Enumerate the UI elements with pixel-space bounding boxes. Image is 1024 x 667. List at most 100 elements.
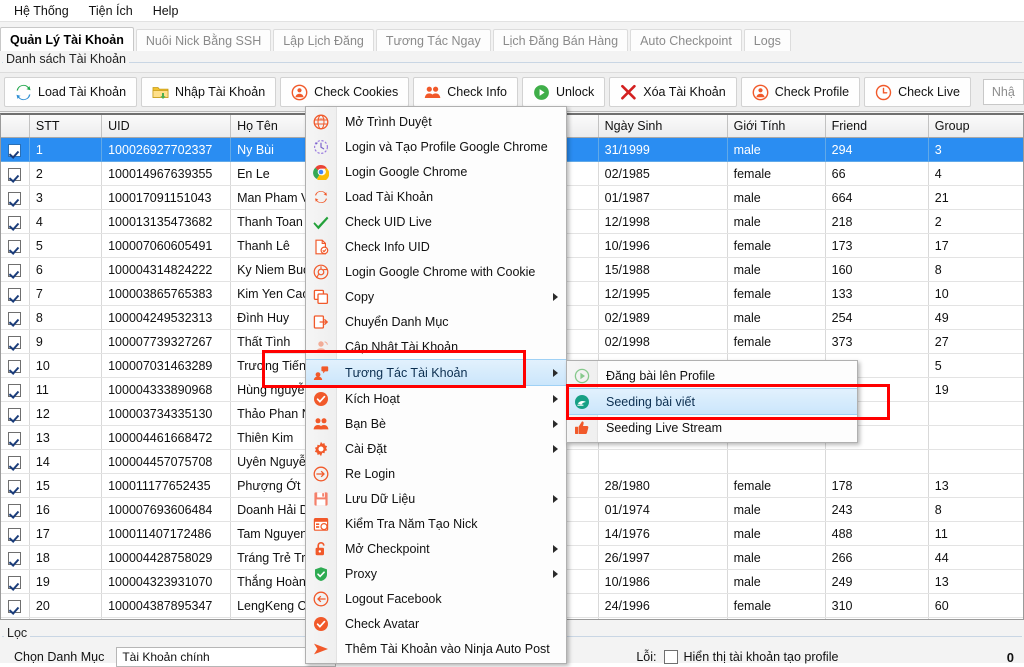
column-header-gioi-tinh[interactable]: Giới Tính xyxy=(727,115,826,138)
row-checkbox[interactable] xyxy=(8,383,22,397)
cell-friend[interactable]: 178 xyxy=(825,473,929,498)
context-menu-item-chuy-n-danh-m-c[interactable]: Chuyển Danh Mục xyxy=(306,309,566,334)
cell-stt[interactable]: 2 xyxy=(29,161,103,186)
cell-group[interactable]: 27 xyxy=(928,329,1023,354)
cell-friend[interactable]: 160 xyxy=(825,257,929,282)
cell-uid[interactable]: 100003734335130 xyxy=(101,401,232,426)
cell-friend[interactable]: 133 xyxy=(825,281,929,306)
row-checkbox-cell[interactable] xyxy=(1,569,30,594)
column-header-stt[interactable]: STT xyxy=(29,115,103,138)
cell-ngay[interactable]: 10/1986 xyxy=(598,569,728,594)
row-checkbox-cell[interactable] xyxy=(1,233,30,258)
cell-friend[interactable]: 218 xyxy=(825,209,929,234)
cell-uid[interactable]: 100004333890968 xyxy=(101,377,232,402)
check-live-button[interactable]: Check Live xyxy=(864,77,971,107)
cell-uid[interactable]: 100013135473682 xyxy=(101,209,232,234)
context-submenu-tuong-tac[interactable]: Đăng bài lên Profile Seeding bài viết Seed… xyxy=(566,360,858,443)
cell-group[interactable] xyxy=(928,425,1023,450)
row-checkbox[interactable] xyxy=(8,359,22,373)
cell-stt[interactable]: 18 xyxy=(29,545,103,570)
cell-group[interactable]: 44 xyxy=(928,545,1023,570)
row-checkbox[interactable] xyxy=(8,335,22,349)
cell-gt[interactable]: male xyxy=(727,209,826,234)
cell-group[interactable]: 23 xyxy=(928,617,1023,619)
cell-gt[interactable]: female xyxy=(727,161,826,186)
cell-gt[interactable]: male xyxy=(727,569,826,594)
context-menu-item-t-ng-t-c-t-i-kho-n[interactable]: Tương Tác Tài Khoản xyxy=(306,359,566,386)
cell-uid[interactable]: 100004457075708 xyxy=(101,449,232,474)
cell-group[interactable]: 17 xyxy=(928,233,1023,258)
cell-group[interactable]: 11 xyxy=(928,521,1023,546)
tab-quan-ly-tai-khoan[interactable]: Quản Lý Tài Khoản xyxy=(0,27,134,51)
cell-stt[interactable]: 15 xyxy=(29,473,103,498)
cell-gt[interactable]: male xyxy=(727,257,826,282)
cell-ngay[interactable]: 14/1976 xyxy=(598,521,728,546)
cell-stt[interactable]: 1 xyxy=(29,137,103,162)
cell-group[interactable]: 21 xyxy=(928,185,1023,210)
cell-group[interactable]: 19 xyxy=(928,377,1023,402)
cell-stt[interactable]: 20 xyxy=(29,593,103,618)
row-checkbox-cell[interactable] xyxy=(1,545,30,570)
row-checkbox[interactable] xyxy=(8,431,22,445)
cell-uid[interactable]: 100011407172486 xyxy=(101,521,232,546)
cell-group[interactable]: 5 xyxy=(928,353,1023,378)
row-checkbox-cell[interactable] xyxy=(1,305,30,330)
cell-friend[interactable]: 294 xyxy=(825,137,929,162)
row-checkbox[interactable] xyxy=(8,263,22,277)
row-checkbox-cell[interactable] xyxy=(1,401,30,426)
cell-ngay[interactable]: 24/1996 xyxy=(598,593,728,618)
cell-uid[interactable]: 100004323931070 xyxy=(101,569,232,594)
cell-group[interactable]: 13 xyxy=(928,569,1023,594)
cell-ngay[interactable]: 15/1988 xyxy=(598,257,728,282)
cell-uid[interactable]: 100006773822603 xyxy=(101,617,232,619)
cell-gt[interactable]: female xyxy=(727,473,826,498)
row-checkbox-cell[interactable] xyxy=(1,593,30,618)
cell-friend[interactable]: 262 xyxy=(825,617,929,619)
check-cookies-button[interactable]: Check Cookies xyxy=(280,77,410,107)
context-menu-item-m-tr-nh-duy-t[interactable]: www Mở Trình Duyệt xyxy=(306,109,566,134)
context-menu-item-login-v-t-o-profile-google-chrome[interactable]: Login và Tạo Profile Google Chrome xyxy=(306,134,566,159)
check-info-button[interactable]: Check Info xyxy=(413,77,519,107)
cell-uid[interactable]: 100007031463289 xyxy=(101,353,232,378)
cell-stt[interactable]: 12 xyxy=(29,401,103,426)
show-profile-accounts-checkbox[interactable] xyxy=(664,649,679,664)
context-menu-item-load-t-i-kho-n[interactable]: Load Tài Khoản xyxy=(306,184,566,209)
menu-tien-ich[interactable]: Tiện Ích xyxy=(79,2,143,20)
row-checkbox-cell[interactable] xyxy=(1,257,30,282)
cell-stt[interactable]: 13 xyxy=(29,425,103,450)
cell-uid[interactable]: 100004428758029 xyxy=(101,545,232,570)
cell-ngay[interactable]: 02/1989 xyxy=(598,305,728,330)
cell-uid[interactable]: 100004314824222 xyxy=(101,257,232,282)
cell-ngay[interactable]: 02/1985 xyxy=(598,161,728,186)
cell-ngay[interactable]: 02/1998 xyxy=(598,329,728,354)
cell-gt[interactable]: male xyxy=(727,185,826,210)
cell-gt[interactable]: female xyxy=(727,329,826,354)
cell-friend[interactable]: 664 xyxy=(825,185,929,210)
row-checkbox[interactable] xyxy=(8,191,22,205)
cell-friend[interactable]: 243 xyxy=(825,497,929,522)
row-checkbox-cell[interactable] xyxy=(1,209,30,234)
context-menu-item-login-google-chrome[interactable]: Login Google Chrome xyxy=(306,159,566,184)
check-profile-button[interactable]: Check Profile xyxy=(740,77,861,107)
context-menu-item-c-p-nh-t-t-i-kho-n[interactable]: Cập Nhật Tài Khoản xyxy=(306,334,566,359)
context-menu-item-copy[interactable]: Copy xyxy=(306,284,566,309)
cell-stt[interactable]: 3 xyxy=(29,185,103,210)
cell-group[interactable]: 60 xyxy=(928,593,1023,618)
cell-stt[interactable]: 6 xyxy=(29,257,103,282)
row-checkbox-cell[interactable] xyxy=(1,377,30,402)
unlock-button[interactable]: Unlock xyxy=(522,77,606,107)
cell-uid[interactable]: 100011177652435 xyxy=(101,473,232,498)
cell-uid[interactable]: 100003865765383 xyxy=(101,281,232,306)
row-checkbox[interactable] xyxy=(8,479,22,493)
cell-friend[interactable]: 310 xyxy=(825,593,929,618)
submenu-item-ng-b-i-l-n-profile[interactable]: Đăng bài lên Profile xyxy=(567,363,857,388)
cell-stt[interactable]: 19 xyxy=(29,569,103,594)
row-checkbox-cell[interactable] xyxy=(1,137,30,162)
cell-group[interactable]: 8 xyxy=(928,257,1023,282)
cell-gt[interactable] xyxy=(727,449,826,474)
nhap-tai-khoan-button[interactable]: Nhập Tài Khoản xyxy=(141,77,277,107)
cell-stt[interactable]: 8 xyxy=(29,305,103,330)
row-checkbox[interactable] xyxy=(8,599,22,613)
row-checkbox[interactable] xyxy=(8,239,22,253)
cell-uid[interactable]: 100017091151043 xyxy=(101,185,232,210)
